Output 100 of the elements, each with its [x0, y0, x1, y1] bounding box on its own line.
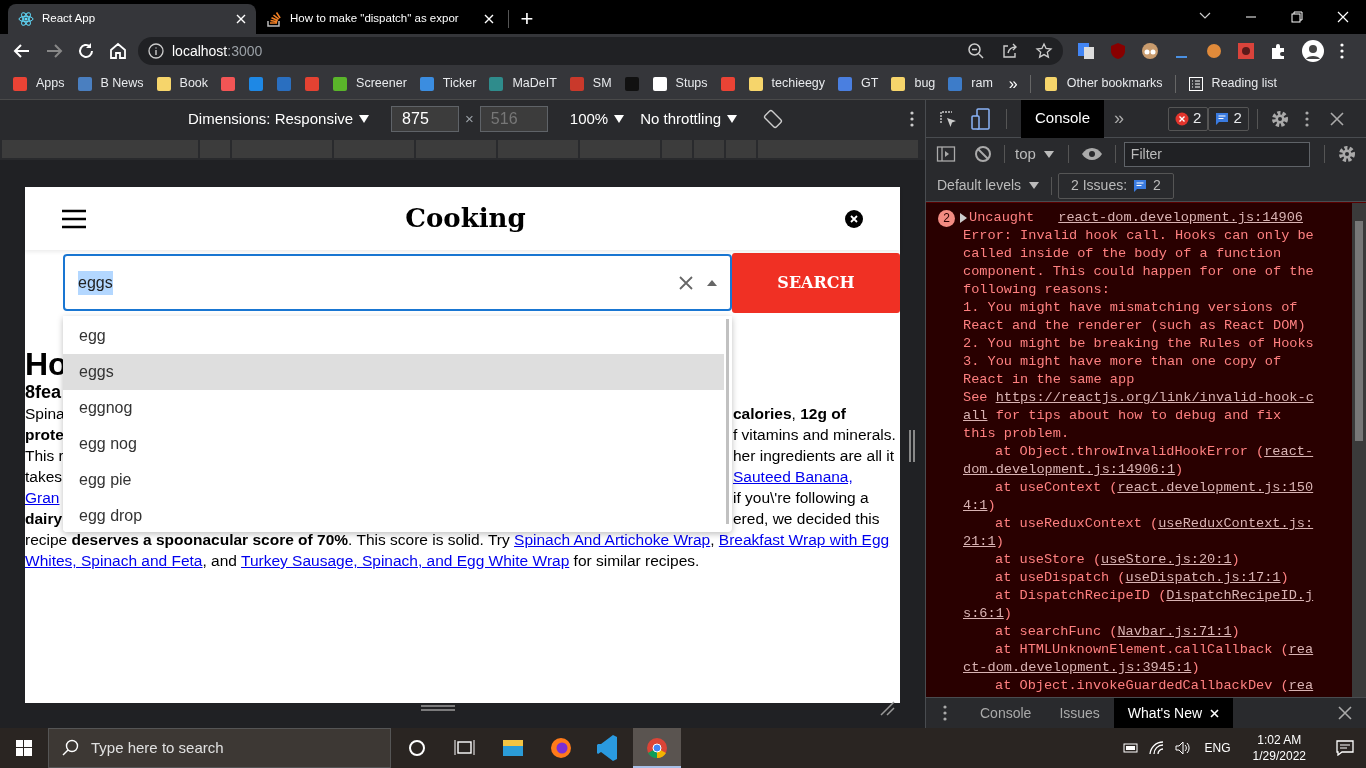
filter-field[interactable]: Filter [1123, 141, 1310, 167]
star-icon[interactable] [1035, 42, 1053, 60]
more-bookmarks-button[interactable]: » [1008, 71, 1018, 96]
link[interactable]: 4:1 [963, 498, 988, 513]
bookmark-folder[interactable]: Other bookmarks [1042, 74, 1163, 93]
link[interactable]: Navbar.js:71:1 [1117, 624, 1232, 639]
link[interactable]: DispatchRecipeID.j [1166, 588, 1314, 603]
bookmark[interactable]: Ticker [418, 74, 477, 93]
link[interactable]: s:6:1 [963, 606, 1004, 621]
browser-tab[interactable]: How to make "dispatch" as expor [256, 4, 504, 34]
drawer-tab[interactable]: What's New [1113, 697, 1234, 729]
console-tab[interactable]: Console [1021, 99, 1105, 138]
bookmark[interactable]: GT [837, 74, 879, 93]
bookmark[interactable]: bug [890, 74, 936, 93]
suggestion-item[interactable]: eggs [63, 354, 724, 390]
link[interactable]: Whites, Spinach and Feta [25, 552, 203, 569]
bookmark[interactable]: Book [155, 74, 209, 93]
link[interactable]: rea [1288, 642, 1314, 657]
link[interactable]: Sauteed Banana, [733, 468, 853, 485]
close-icon[interactable] [1338, 706, 1352, 720]
kebab-menu-icon[interactable] [1339, 42, 1345, 60]
bookmark[interactable]: Screener [332, 74, 407, 93]
link[interactable]: dom.development.js:14906:1 [963, 462, 1176, 477]
goggles-icon[interactable] [1141, 42, 1159, 60]
link[interactable]: rea [1288, 678, 1314, 693]
link[interactable]: ct-dom.development.js:3945:1 [963, 660, 1192, 675]
favicon-icon[interactable] [248, 75, 265, 92]
new-tab-button[interactable]: + [513, 5, 541, 33]
scrollbar[interactable] [1352, 203, 1366, 697]
bookmark[interactable]: ram [947, 74, 993, 93]
sidebar-icon[interactable] [936, 144, 956, 164]
notification-icon[interactable] [1336, 740, 1354, 756]
throttling-dropdown[interactable]: No throttling [640, 107, 738, 131]
link[interactable]: all [963, 408, 988, 423]
kebab-menu-icon[interactable] [909, 110, 916, 128]
caret-up-icon[interactable] [707, 279, 717, 286]
close-icon[interactable] [1329, 111, 1344, 126]
drawer-tab[interactable]: Issues [1045, 697, 1114, 729]
clear-console-icon[interactable] [974, 145, 992, 163]
speaker-icon[interactable] [1174, 741, 1191, 755]
zoom-out-icon[interactable] [967, 42, 985, 60]
close-icon[interactable] [845, 209, 863, 228]
link[interactable]: Turkey Sausage, Spinach, and Egg White Wrap [241, 552, 570, 569]
drag-handle-icon[interactable] [421, 705, 455, 711]
suggestion-item[interactable]: egg drop [63, 498, 724, 532]
bookmark[interactable]: MaDeIT [488, 74, 557, 93]
link[interactable]: Gran [25, 489, 60, 506]
clear-icon[interactable] [679, 275, 693, 290]
bookmark[interactable]: SM [568, 74, 612, 93]
bookmark[interactable]: techieegy [747, 74, 826, 93]
avatar-icon[interactable] [1301, 39, 1325, 63]
rotate-icon[interactable] [763, 109, 784, 129]
resize-grip-icon[interactable] [879, 700, 895, 716]
menu-icon[interactable] [62, 208, 86, 229]
caret-right-icon[interactable] [959, 213, 967, 223]
wifi-icon[interactable] [1148, 741, 1165, 755]
source-link[interactable]: react-dom.development.js:14906 [1058, 209, 1303, 227]
resize-handle[interactable] [909, 430, 915, 462]
taskbar-search-box[interactable]: Type here to search [48, 728, 391, 768]
drawer-tab[interactable]: Console [966, 697, 1046, 729]
battery-icon[interactable] [1122, 742, 1139, 754]
favicon-icon[interactable] [220, 75, 237, 92]
link[interactable]: useReduxContext.js: [1158, 516, 1314, 531]
reading-list-button[interactable]: Reading list [1187, 74, 1277, 93]
device-icon[interactable] [970, 107, 992, 130]
taskbar-search-field[interactable]: Type here to search [91, 736, 371, 760]
link[interactable]: react- [1264, 444, 1314, 459]
eye-icon[interactable] [1080, 147, 1103, 161]
bookmark[interactable]: Apps [12, 74, 65, 93]
language-indicator[interactable]: ENG [1204, 739, 1231, 757]
context-dropdown[interactable]: top [1015, 142, 1054, 166]
clock-time[interactable]: 1:02 AM [1257, 732, 1302, 748]
bookmark[interactable]: Stups [651, 74, 708, 93]
link[interactable]: useDispatch.js:17:1 [1125, 570, 1281, 585]
link[interactable]: https://reactjs.org/link/invalid-hook-c [995, 390, 1314, 405]
search-field[interactable]: eggs [63, 254, 732, 311]
inspect-icon[interactable] [938, 108, 958, 129]
link[interactable]: react.development.js:150 [1117, 480, 1314, 495]
browser-icon[interactable] [633, 728, 681, 768]
dimensions-dropdown[interactable]: Dimensions: Responsive [188, 107, 370, 131]
browser-tab[interactable]: React App [8, 4, 256, 34]
issues-counter[interactable]: 2 [1208, 106, 1249, 131]
zoom-dropdown[interactable]: 100% [569, 107, 625, 131]
clock-date[interactable]: 1/29/2022 [1252, 748, 1306, 764]
kebab-menu-icon[interactable] [1303, 109, 1310, 128]
levels-dropdown[interactable]: Default levels [937, 175, 1040, 196]
search-button[interactable]: SEARCH [732, 253, 900, 313]
puzzle-icon[interactable] [1269, 42, 1287, 60]
width-input[interactable]: 875 [391, 106, 460, 132]
settings-icon[interactable] [1269, 108, 1290, 129]
issues-button[interactable]: 2 Issues: 2 [1058, 172, 1174, 199]
settings-icon[interactable] [1336, 144, 1357, 164]
bookmark[interactable]: B News [76, 74, 144, 93]
more-tabs-button[interactable]: » [1114, 105, 1125, 132]
favicon-icon[interactable] [719, 75, 736, 92]
link[interactable]: useStore.js:20:1 [1101, 552, 1232, 567]
link[interactable]: 21:1 [963, 534, 996, 549]
address-bar[interactable]: localhost:3000 [138, 37, 1063, 65]
scrollbar-thumb[interactable] [1355, 221, 1363, 441]
share-icon[interactable] [1001, 42, 1019, 60]
